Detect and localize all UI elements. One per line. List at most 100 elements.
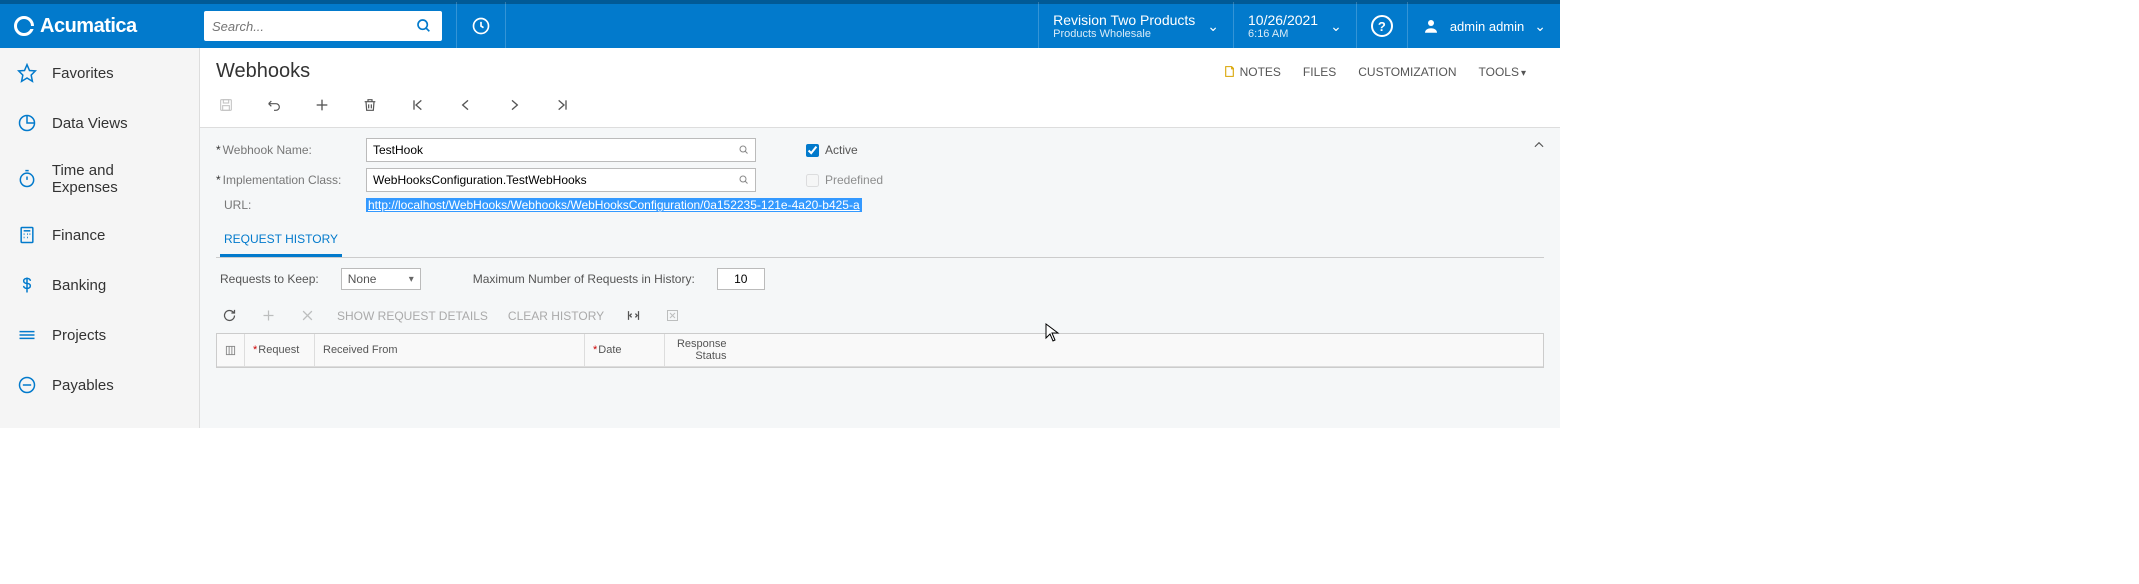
help-button[interactable]: ?: [1356, 2, 1407, 50]
fit-icon: [626, 308, 641, 323]
minus-circle-icon: [16, 374, 38, 396]
export-button: [663, 306, 682, 325]
first-button[interactable]: [408, 95, 428, 115]
requests-to-keep-select[interactable]: None: [341, 268, 421, 290]
next-button[interactable]: [504, 95, 524, 115]
chevron-left-icon: [458, 97, 474, 113]
customization-link[interactable]: CUSTOMIZATION: [1358, 65, 1456, 79]
search-button[interactable]: [406, 18, 442, 34]
sidebar-item-favorites[interactable]: Favorites: [0, 48, 199, 98]
top-links: NOTES FILES CUSTOMIZATION TOOLS▾: [1223, 65, 1544, 79]
active-checkbox-wrap[interactable]: Active: [806, 143, 858, 157]
time-text: 6:16 AM: [1248, 28, 1318, 40]
predefined-label: Predefined: [825, 173, 883, 187]
brand-logo[interactable]: Acumatica: [0, 15, 200, 38]
grid-col-request[interactable]: *Request: [245, 334, 315, 367]
dollar-icon: [16, 274, 38, 296]
add-button[interactable]: [312, 95, 332, 115]
tools-link[interactable]: TOOLS▾: [1479, 65, 1527, 79]
chevron-down-icon: ▾: [1521, 68, 1526, 79]
impl-class-input[interactable]: [366, 168, 756, 192]
form-area: *Webhook Name: Active *Implementation Cl…: [200, 127, 1560, 428]
brand-text: Acumatica: [40, 15, 137, 38]
predefined-checkbox: [806, 174, 819, 187]
chevron-down-icon: ⌄: [1330, 18, 1342, 35]
note-icon: [1223, 65, 1236, 78]
user-name: admin admin: [1450, 19, 1524, 34]
max-num-input[interactable]: [717, 268, 765, 290]
sidebar-item-label: Favorites: [52, 65, 114, 82]
requests-to-keep-label: Requests to Keep:: [220, 272, 319, 286]
tenant-name: Revision Two Products: [1053, 12, 1195, 28]
x-icon: [300, 308, 315, 323]
chevron-down-icon: ⌄: [1207, 18, 1219, 35]
user-icon: [1422, 17, 1440, 35]
tenant-sub: Products Wholesale: [1053, 28, 1195, 40]
save-button[interactable]: [216, 95, 236, 115]
undo-button[interactable]: [264, 95, 284, 115]
predefined-checkbox-wrap[interactable]: Predefined: [806, 173, 883, 187]
notes-link[interactable]: NOTES: [1223, 65, 1281, 79]
tools-label: TOOLS: [1479, 65, 1519, 79]
requests-to-keep-value: None: [348, 272, 377, 286]
trash-icon: [362, 97, 378, 113]
fit-columns-button[interactable]: [624, 306, 643, 325]
active-checkbox[interactable]: [806, 144, 819, 157]
recent-button[interactable]: [456, 2, 506, 50]
grid-col-selector[interactable]: [217, 334, 245, 367]
last-icon: [554, 97, 570, 113]
help-icon: ?: [1371, 15, 1393, 37]
grid-col-response-status[interactable]: Response Status: [665, 334, 735, 367]
grid-col-received-from[interactable]: Received From: [315, 334, 585, 367]
sidebar-item-time-expenses[interactable]: Time and Expenses: [0, 148, 199, 210]
delete-button[interactable]: [360, 95, 380, 115]
last-button[interactable]: [552, 95, 572, 115]
save-icon: [218, 97, 234, 113]
collapse-button[interactable]: [1532, 138, 1546, 152]
grid-toolbar: SHOW REQUEST DETAILS CLEAR HISTORY: [216, 300, 1544, 333]
refresh-icon: [222, 308, 237, 323]
sidebar-item-label: Data Views: [52, 115, 128, 132]
sidebar-item-payables[interactable]: Payables: [0, 360, 199, 410]
plus-icon: [314, 97, 330, 113]
sidebar-item-label: Payables: [52, 377, 114, 394]
tabs-row: REQUEST HISTORY: [216, 224, 1544, 258]
title-row: Webhooks NOTES FILES CUSTOMIZATION TOOLS…: [200, 48, 1560, 87]
url-label: URL:: [216, 198, 366, 212]
user-menu[interactable]: admin admin ⌄: [1407, 2, 1560, 50]
chevron-down-icon: ⌄: [1534, 18, 1546, 35]
sidebar-item-finance[interactable]: Finance: [0, 210, 199, 260]
show-details-button: SHOW REQUEST DETAILS: [337, 309, 488, 323]
columns-icon: [225, 345, 236, 356]
grid: *Request Received From *Date Response St…: [216, 333, 1544, 368]
grid-add-button: [259, 306, 278, 325]
chevron-up-icon: [1532, 138, 1546, 152]
sidebar-item-label: Projects: [52, 327, 106, 344]
business-date-selector[interactable]: 10/26/2021 6:16 AM ⌄: [1233, 2, 1356, 50]
pie-icon: [16, 112, 38, 134]
first-icon: [410, 97, 426, 113]
sidebar-item-label: Time and Expenses: [52, 162, 183, 196]
layers-icon: [16, 324, 38, 346]
top-bar: Acumatica Revision Two Products Products…: [0, 0, 1560, 48]
grid-col-date[interactable]: *Date: [585, 334, 665, 367]
search-input[interactable]: [204, 19, 406, 34]
webhook-name-input[interactable]: [366, 138, 756, 162]
sidebar-item-data-views[interactable]: Data Views: [0, 98, 199, 148]
active-label: Active: [825, 143, 858, 157]
tab-request-history[interactable]: REQUEST HISTORY: [220, 224, 342, 257]
sidebar-item-banking[interactable]: Banking: [0, 260, 199, 310]
chevron-right-icon: [506, 97, 522, 113]
url-value[interactable]: http://localhost/WebHooks/Webhooks/WebHo…: [366, 198, 862, 212]
grid-delete-button: [298, 306, 317, 325]
search-wrap: [200, 11, 446, 41]
search-icon: [416, 18, 432, 34]
tenant-selector[interactable]: Revision Two Products Products Wholesale…: [1038, 2, 1233, 50]
sidebar-item-projects[interactable]: Projects: [0, 310, 199, 360]
export-icon: [665, 308, 680, 323]
prev-button[interactable]: [456, 95, 476, 115]
page-title: Webhooks: [216, 60, 310, 83]
files-link[interactable]: FILES: [1303, 65, 1336, 79]
stopwatch-icon: [16, 168, 38, 190]
refresh-button[interactable]: [220, 306, 239, 325]
